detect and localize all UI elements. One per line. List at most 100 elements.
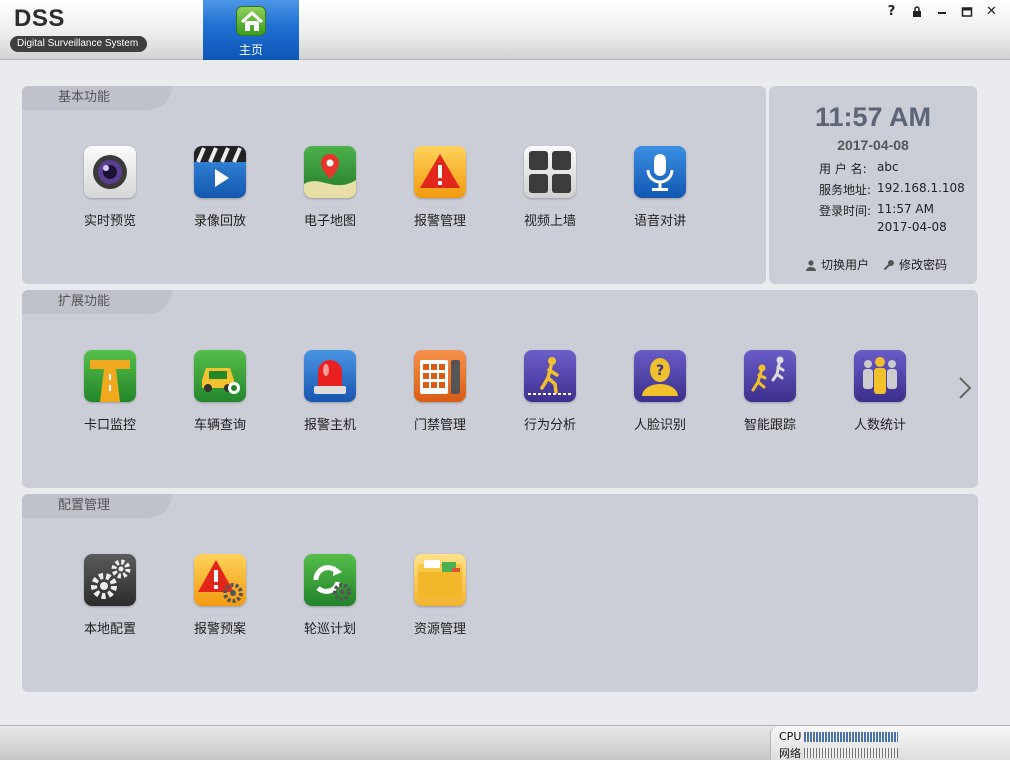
current-date: 2017-04-08 (837, 137, 909, 153)
configuration-panel: 配置管理 本地配置 报警预案 轮巡计划 资源管理 (22, 494, 978, 692)
playback-icon (194, 146, 246, 198)
lock-button[interactable] (904, 3, 929, 21)
user-value: abc (877, 160, 899, 174)
user-icon (806, 259, 816, 271)
key-icon (883, 259, 894, 270)
user-info-panel: 11:57 AM 2017-04-08 用 户 名: abc 服务地址: 192… (769, 86, 977, 284)
microphone-icon (634, 146, 686, 198)
chevron-right-icon (959, 377, 972, 399)
checkpoint-icon (84, 350, 136, 402)
tile-alarm-plan[interactable]: 报警预案 (170, 554, 270, 637)
login-time-key: 登录时间: (819, 204, 872, 218)
panel-title: 扩展功能 (22, 290, 172, 314)
behavior-analysis-icon (524, 350, 576, 402)
tile-label: 车辆查询 (193, 418, 246, 433)
server-value: 192.168.1.108 (877, 181, 965, 195)
cpu-label: CPU (779, 730, 802, 743)
svg-text:?: ? (656, 363, 664, 379)
tile-label: 语音对讲 (633, 214, 686, 229)
tile-face-recognition[interactable]: ? 人脸识别 (610, 350, 710, 433)
user-key: 用 户 名: (819, 162, 867, 176)
tile-label: 电子地图 (303, 214, 356, 229)
tile-checkpoint[interactable]: 卡口监控 (60, 350, 160, 433)
clock: 11:57 AM (814, 102, 932, 132)
network-meter: 网络 (779, 745, 898, 760)
cpu-usage-bars (804, 731, 899, 742)
server-key: 服务地址: (819, 183, 872, 197)
vehicle-search-icon (194, 350, 246, 402)
maximize-button[interactable] (954, 3, 979, 21)
tile-label: 智能跟踪 (743, 418, 796, 433)
tile-label: 门禁管理 (413, 418, 466, 433)
alarm-plan-icon (194, 554, 246, 606)
tile-label: 报警预案 (193, 622, 246, 637)
basic-functions-panel: 基本功能 实时预览 录像回放 电子地图 报警管理 视频上墙 语音对讲 (22, 86, 766, 284)
cpu-meter: CPU (779, 730, 899, 743)
app-title: DSS (14, 5, 65, 32)
tab-home[interactable]: 主页 (203, 0, 299, 60)
alarm-host-icon (304, 350, 356, 402)
people-counting-icon (854, 350, 906, 402)
tile-label: 报警管理 (413, 214, 466, 229)
home-icon (236, 6, 266, 36)
login-date-value: 2017-04-08 (877, 220, 947, 234)
tile-label: 本地配置 (83, 622, 136, 637)
tile-people-counting[interactable]: 人数统计 (830, 350, 930, 433)
camera-icon (84, 146, 136, 198)
tile-label: 实时预览 (83, 214, 136, 229)
tour-plan-icon (304, 554, 356, 606)
tile-label: 资源管理 (413, 622, 466, 637)
tile-label: 行为分析 (523, 418, 576, 433)
change-password-link[interactable]: 修改密码 (883, 256, 947, 273)
tile-live-preview[interactable]: 实时预览 (60, 146, 160, 229)
change-password-label: 修改密码 (899, 258, 948, 272)
tile-video-wall[interactable]: 视频上墙 (500, 146, 600, 229)
tile-voice-intercom[interactable]: 语音对讲 (610, 146, 710, 229)
switch-user-link[interactable]: 切换用户 (805, 256, 869, 273)
tile-label: 视频上墙 (523, 214, 576, 229)
network-label: 网络 (779, 747, 801, 760)
tile-label: 录像回放 (193, 214, 246, 229)
tile-behavior-analysis[interactable]: 行为分析 (500, 350, 600, 433)
close-button[interactable]: ✕ (979, 3, 1004, 21)
minimize-button[interactable] (929, 3, 954, 21)
status-bar: CPU 网络 (0, 725, 1010, 760)
help-button[interactable]: ? (879, 3, 904, 21)
login-time-value: 11:57 AM (877, 202, 934, 216)
map-icon (304, 146, 356, 198)
tile-local-config[interactable]: 本地配置 (60, 554, 160, 637)
switch-user-label: 切换用户 (821, 258, 870, 272)
access-control-icon (414, 350, 466, 402)
alarm-icon (414, 146, 466, 198)
resource-folder-icon (414, 554, 466, 606)
smart-tracking-icon (744, 350, 796, 402)
maximize-icon (961, 7, 972, 17)
extended-functions-panel: 扩展功能 卡口监控 车辆查询 报警主机 门禁管理 行为分析 ? 人脸识别 智能跟… (22, 290, 978, 488)
title-bar: DSS Digital Surveillance System 主页 ? ✕ (0, 0, 1010, 60)
tile-label: 轮巡计划 (303, 622, 356, 637)
app-subtitle: Digital Surveillance System (10, 36, 148, 52)
tile-label: 人数统计 (853, 418, 906, 433)
tile-e-map[interactable]: 电子地图 (280, 146, 380, 229)
tile-tour-plan[interactable]: 轮巡计划 (280, 554, 380, 637)
network-usage-bars (804, 748, 898, 758)
tile-label: 卡口监控 (83, 418, 136, 433)
panel-title: 基本功能 (22, 86, 172, 110)
tile-label: 报警主机 (303, 418, 356, 433)
video-wall-icon (524, 146, 576, 198)
tile-smart-tracking[interactable]: 智能跟踪 (720, 350, 820, 433)
window-controls: ? ✕ (879, 3, 1004, 21)
tile-vehicle-search[interactable]: 车辆查询 (170, 350, 270, 433)
tile-label: 人脸识别 (633, 418, 686, 433)
tile-playback[interactable]: 录像回放 (170, 146, 270, 229)
lock-icon (912, 6, 921, 17)
tile-access-control[interactable]: 门禁管理 (390, 350, 490, 433)
panel-title: 配置管理 (22, 494, 172, 518)
face-recognition-icon: ? (634, 350, 686, 402)
next-page-button[interactable] (957, 375, 973, 401)
tile-alarm-management[interactable]: 报警管理 (390, 146, 490, 229)
minimize-icon (937, 12, 946, 14)
tab-home-label: 主页 (238, 43, 263, 57)
tile-resource-management[interactable]: 资源管理 (390, 554, 490, 637)
tile-alarm-host[interactable]: 报警主机 (280, 350, 380, 433)
